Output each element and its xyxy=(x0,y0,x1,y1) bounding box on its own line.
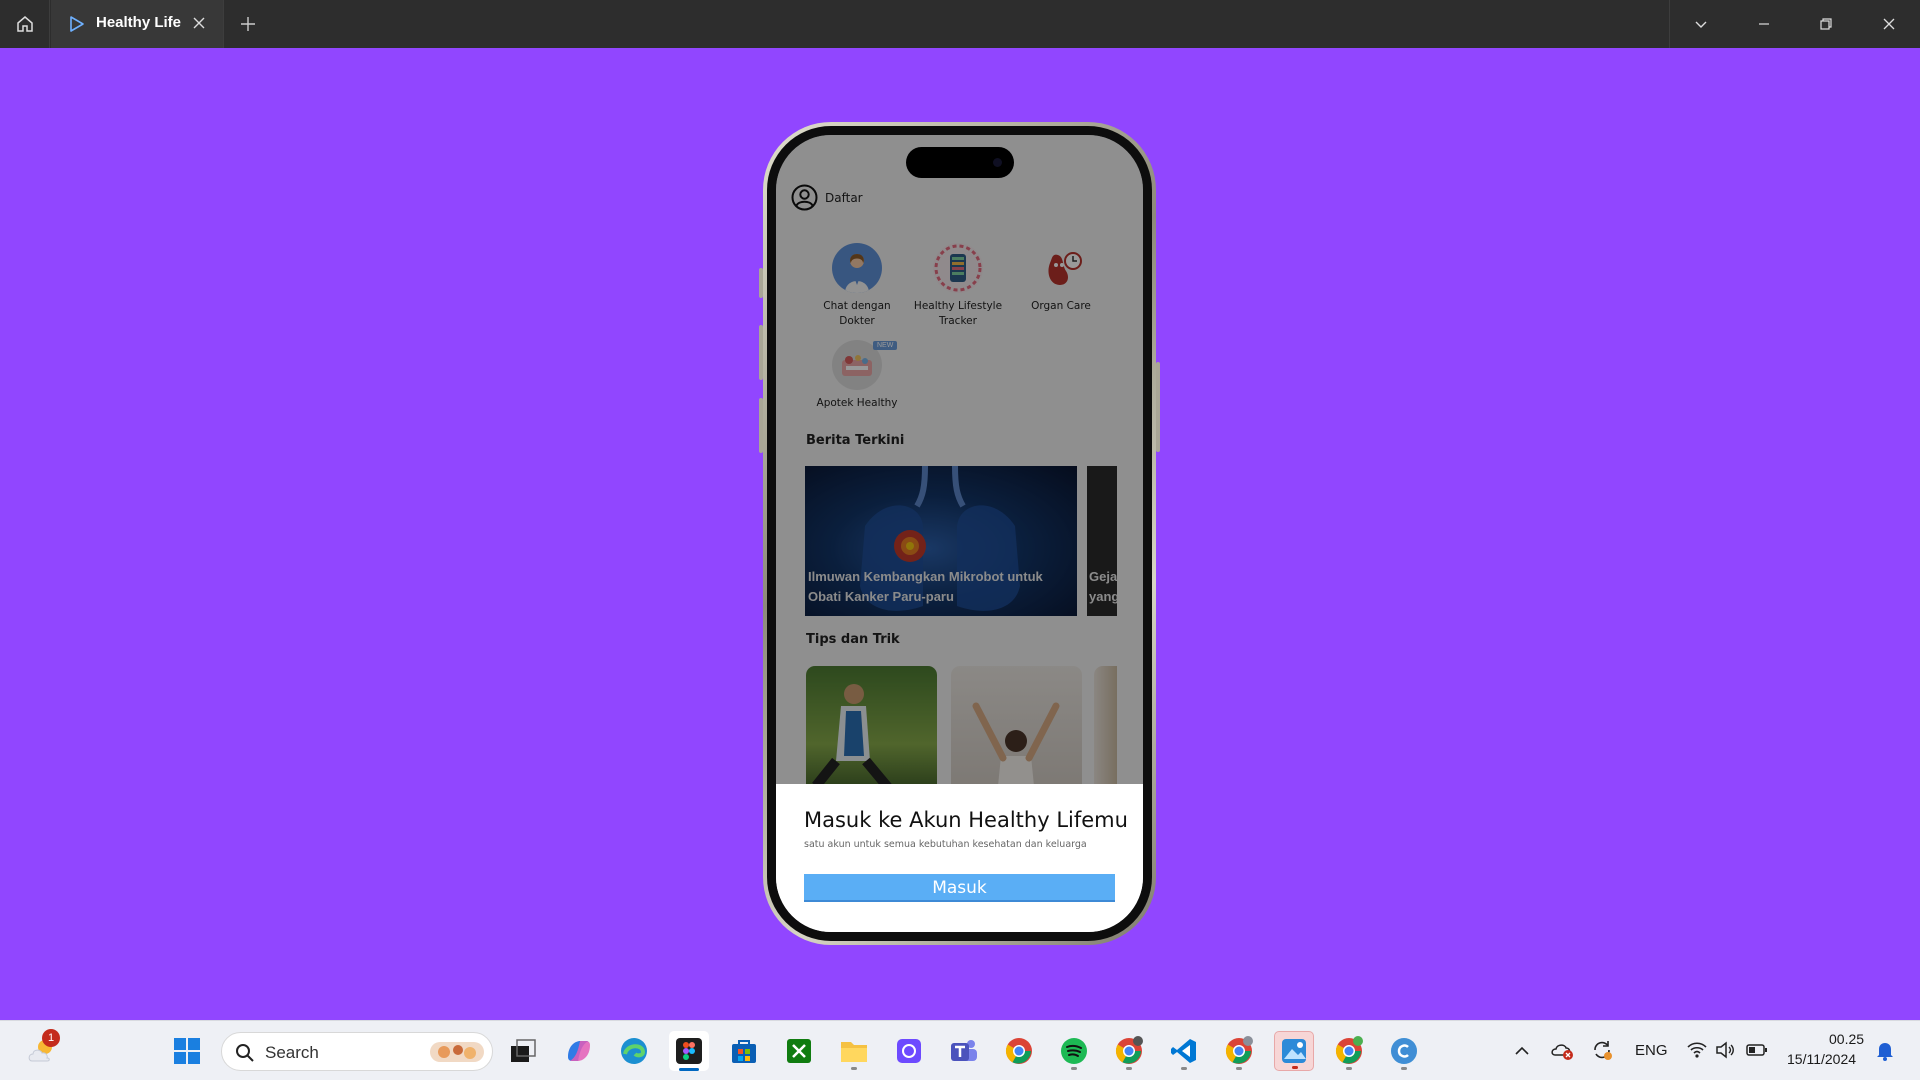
notification-bell-icon[interactable] xyxy=(1875,1040,1895,1062)
wifi-icon[interactable] xyxy=(1686,1040,1708,1060)
volume-icon[interactable] xyxy=(1715,1040,1737,1060)
running-indicator xyxy=(1346,1067,1352,1070)
onedrive-error-icon[interactable] xyxy=(1551,1039,1575,1061)
xbox-icon xyxy=(787,1039,811,1063)
minimize-icon xyxy=(1759,23,1769,25)
sheet-subtitle: satu akun untuk semua kebutuhan kesehata… xyxy=(804,839,1087,850)
login-button[interactable]: Masuk xyxy=(804,874,1115,902)
search-icon xyxy=(236,1044,254,1062)
play-icon xyxy=(70,16,84,32)
running-indicator xyxy=(1236,1067,1242,1070)
sync-icon[interactable] xyxy=(1590,1038,1614,1062)
minimize-button[interactable] xyxy=(1733,0,1795,48)
task-view-button[interactable] xyxy=(503,1031,543,1071)
taskbar-chrome[interactable] xyxy=(999,1031,1039,1071)
phone-action-button xyxy=(759,268,763,298)
copilot-icon xyxy=(568,1041,590,1061)
modal-overlay[interactable] xyxy=(776,135,1143,784)
taskbar-spotify[interactable] xyxy=(1054,1031,1094,1071)
clock-time[interactable]: 00.25 xyxy=(1829,1031,1864,1047)
weather-widget[interactable]: 1 xyxy=(22,1029,62,1071)
taskbar-chrome-profile[interactable] xyxy=(1109,1031,1149,1071)
chevron-down-icon xyxy=(1695,21,1707,28)
running-indicator xyxy=(1292,1066,1298,1069)
photos-icon xyxy=(1282,1039,1306,1063)
taskbar-photos[interactable] xyxy=(1274,1031,1314,1071)
home-button[interactable] xyxy=(0,0,50,48)
proton-icon xyxy=(897,1039,921,1063)
sheet-title: Masuk ke Akun Healthy Lifemu xyxy=(804,808,1128,832)
running-indicator xyxy=(1401,1067,1407,1070)
chrome-profile-c-icon xyxy=(1225,1036,1253,1064)
clock-date[interactable]: 15/11/2024 xyxy=(1787,1051,1856,1067)
edge-icon xyxy=(621,1038,647,1064)
phone-power-button xyxy=(1156,362,1160,452)
taskbar-figma[interactable] xyxy=(669,1031,709,1071)
restore-button[interactable] xyxy=(1795,0,1857,48)
running-indicator xyxy=(1071,1067,1077,1070)
file-explorer-icon xyxy=(841,1042,867,1062)
search-label: Search xyxy=(265,1043,319,1062)
taskbar-edge[interactable] xyxy=(614,1031,654,1071)
active-indicator xyxy=(679,1068,699,1071)
weather-badge: 1 xyxy=(42,1029,60,1047)
new-tab-icon[interactable] xyxy=(238,14,258,34)
battery-icon[interactable] xyxy=(1746,1041,1768,1059)
home-icon xyxy=(16,16,33,32)
taskbar-chrome-profile-s[interactable] xyxy=(1329,1031,1369,1071)
tab-list-button[interactable] xyxy=(1670,0,1732,48)
close-tab-icon[interactable] xyxy=(191,15,207,31)
running-indicator xyxy=(1126,1067,1132,1070)
close-button[interactable] xyxy=(1858,0,1920,48)
taskbar-proton[interactable] xyxy=(889,1031,929,1071)
taskbar-store[interactable] xyxy=(724,1031,764,1071)
taskbar: 1 Search ENG 00.25 15/11/2024 xyxy=(0,1020,1920,1080)
chrome-profile-icon xyxy=(1115,1036,1143,1064)
phone-screen: Daftar Chat dengan Dokter Healthy Lifest… xyxy=(776,135,1143,932)
search-highlight-icon xyxy=(430,1042,484,1062)
title-bar: Healthy Life xyxy=(0,0,1920,48)
close-icon xyxy=(1883,18,1895,30)
running-indicator xyxy=(1181,1067,1187,1070)
phone-volume-up xyxy=(759,325,763,380)
tab-title: Healthy Life xyxy=(96,14,182,31)
canva-icon xyxy=(1391,1038,1417,1064)
store-icon xyxy=(732,1040,756,1063)
taskbar-file-explorer[interactable] xyxy=(834,1031,874,1071)
taskbar-canva[interactable] xyxy=(1384,1031,1424,1071)
taskbar-copilot[interactable] xyxy=(559,1031,599,1071)
chevron-up-icon[interactable] xyxy=(1513,1043,1531,1059)
task-view-icon xyxy=(511,1039,536,1062)
start-button[interactable] xyxy=(167,1031,207,1071)
start-icon xyxy=(174,1038,200,1064)
figma-icon xyxy=(676,1038,702,1064)
running-indicator xyxy=(851,1067,857,1070)
taskbar-xbox[interactable] xyxy=(779,1031,819,1071)
chrome-icon xyxy=(1005,1038,1032,1064)
restore-icon xyxy=(1820,18,1832,30)
taskbar-teams[interactable] xyxy=(944,1031,984,1071)
chrome-profile-s-icon xyxy=(1335,1036,1363,1064)
taskbar-chrome-profile-c[interactable] xyxy=(1219,1031,1259,1071)
taskbar-search[interactable]: Search xyxy=(221,1032,493,1071)
vscode-icon xyxy=(1171,1039,1196,1063)
tab-healthy-life[interactable]: Healthy Life xyxy=(51,0,224,48)
language-indicator[interactable]: ENG xyxy=(1635,1042,1668,1059)
phone-volume-down xyxy=(759,398,763,453)
teams-icon xyxy=(951,1040,977,1061)
taskbar-vscode[interactable] xyxy=(1164,1031,1204,1071)
login-sheet: Masuk ke Akun Healthy Lifemu satu akun u… xyxy=(776,784,1143,932)
spotify-icon xyxy=(1061,1038,1087,1064)
